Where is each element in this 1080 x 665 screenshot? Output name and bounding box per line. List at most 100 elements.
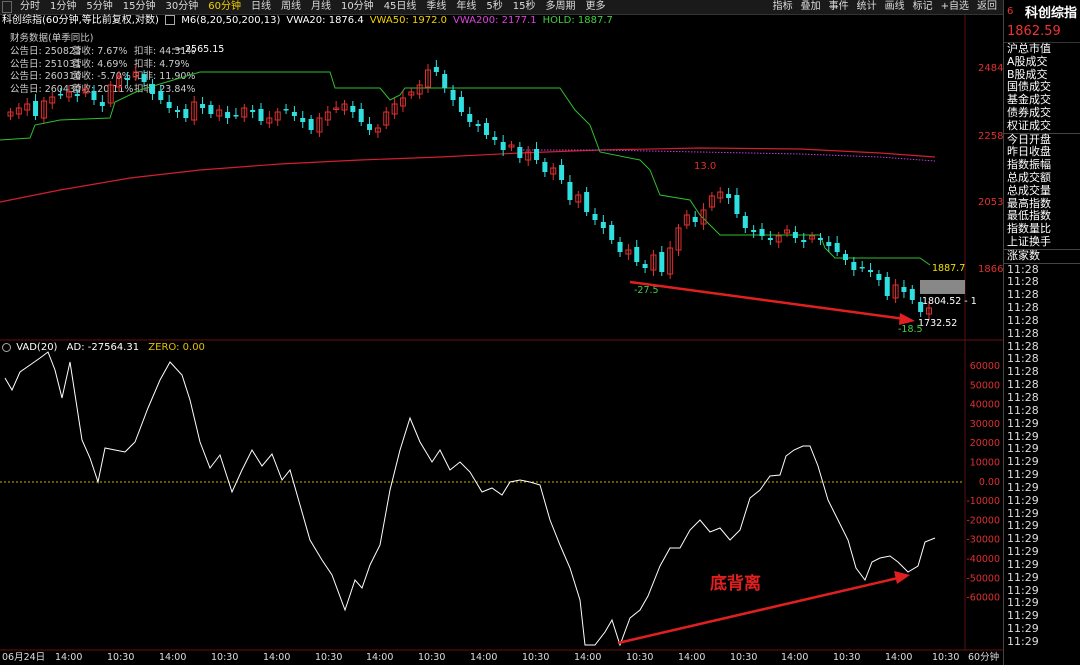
vad-axis-label: 30000: [970, 419, 1000, 430]
candle-body-down: [767, 238, 773, 240]
candle-body-down: [868, 270, 874, 272]
quote-menu-item-5[interactable]: 债券成交: [1004, 106, 1080, 120]
candle-body-down: [843, 254, 848, 260]
tick-time: 11:29: [1007, 635, 1039, 649]
tick-time: 11:28: [1007, 313, 1039, 327]
candle-body-down: [801, 240, 807, 242]
vad-axis-label: -60000: [966, 593, 1000, 604]
candle-body-down: [124, 78, 130, 80]
time-axis-label: 10:30: [315, 652, 342, 663]
candle-body-down: [742, 216, 748, 228]
candle-body-down: [367, 124, 373, 130]
vwa200-line: [0, 147, 936, 203]
candle-body-down: [659, 252, 665, 272]
quote-menu-item-16[interactable]: 涨家数: [1004, 248, 1080, 263]
candle-body-down: [600, 222, 606, 228]
vad-axis-label: 40000: [970, 400, 1000, 411]
candle-body-down: [200, 104, 206, 108]
vad-axis-label: 0.00: [979, 477, 1000, 488]
candle-body-down: [567, 182, 573, 200]
time-axis-label: 14:00: [263, 652, 290, 663]
candle-body-down: [99, 102, 105, 106]
quote-menu-item-11[interactable]: 总成交量: [1004, 184, 1080, 198]
axes: 2484 2258 2053 1866 60000 50000 40000 30000 2000…: [2, 63, 1003, 663]
quote-menu-item-0[interactable]: 沪总市值: [1004, 42, 1080, 56]
vad-axis-label: -10000: [966, 496, 1000, 507]
candle-body-down: [208, 105, 214, 114]
candle-body-down: [751, 230, 757, 232]
candle-body-down: [442, 74, 448, 88]
tick-time: 11:28: [1007, 326, 1039, 340]
time-axis-label: 10:30: [833, 652, 860, 663]
candle-body-down: [634, 247, 640, 262]
time-axis-label: 10:30: [626, 652, 653, 663]
candle-body-down: [859, 267, 865, 269]
price-axis-label: 2258: [978, 131, 1003, 142]
tick-time: 11:28: [1007, 390, 1039, 404]
candle-body-down: [74, 94, 80, 96]
time-axis-label: 14:00: [574, 652, 601, 663]
swing-label-low1: -27.5: [634, 285, 659, 296]
candle-body-down: [851, 262, 857, 270]
vad-axis-label: -20000: [966, 515, 1000, 526]
vad-axis-label: 50000: [970, 380, 1000, 391]
candle-body-down: [876, 274, 882, 280]
quote-menu-item-1[interactable]: A股成交: [1004, 55, 1080, 69]
candle-body-down: [483, 123, 489, 135]
quote-panel: 6 科创综指 1862.59 沪总市值 A股成交 B股成交 国债成交 基金成交 债券成交权…: [1003, 0, 1080, 665]
tick-time: 11:29: [1007, 416, 1039, 430]
candle-body-down: [433, 67, 439, 72]
candle-body-down: [884, 277, 890, 296]
time-axis-label: 10:30: [107, 652, 134, 663]
index-number: 6: [1007, 5, 1014, 17]
time-axis-label: 10:30: [211, 652, 238, 663]
low2-price-label: 1732.52: [918, 318, 957, 329]
vad-arrow-head: [894, 571, 910, 584]
candle-body-down: [467, 114, 473, 122]
vad-axis-label: -30000: [966, 535, 1000, 546]
time-axis-label: 06月24日: [2, 652, 45, 663]
time-axis-label: 14:00: [781, 652, 808, 663]
time-axis-label: 10:30: [730, 652, 757, 663]
quote-menu-item-10[interactable]: 总成交额: [1004, 171, 1080, 185]
quote-menu-item-15[interactable]: 上证换手: [1004, 235, 1080, 249]
candle-body-down: [817, 238, 823, 240]
candle-body-down: [834, 243, 840, 252]
tick-time: 11:28: [1004, 262, 1080, 277]
tick-time: 11:29: [1007, 493, 1039, 507]
candlesticks: [7, 60, 932, 320]
index-name: 科创综指: [1025, 5, 1078, 21]
candle-body-down: [141, 74, 147, 82]
chart-canvas[interactable]: 2565.15 13.0 -27.5 1887.7 1804.52 - 1 1732.52…: [0, 0, 1003, 665]
quote-menu-item-6[interactable]: 权证成交: [1004, 119, 1080, 133]
time-axis-label: 14:00: [159, 652, 186, 663]
candle-body-down: [149, 84, 155, 94]
tick-time: 11:28: [1007, 403, 1039, 417]
candle-body-down: [358, 109, 364, 122]
candle-body-down: [734, 195, 740, 214]
candle-body-down: [158, 91, 164, 100]
candle-body-down: [534, 149, 540, 160]
price-axis-label: 2484: [978, 63, 1003, 74]
candle-body-down: [492, 137, 498, 140]
candle-body-down: [559, 165, 565, 180]
divergence-label: 底背离: [710, 573, 761, 594]
candle-body-down: [592, 214, 598, 220]
candle-body-down: [692, 217, 698, 222]
candle-body-down: [308, 119, 314, 130]
swing-label-low2: -18.5: [898, 324, 923, 335]
tick-time: 11:29: [1007, 557, 1039, 571]
time-axis-label: 14:00: [366, 652, 393, 663]
time-axis-label: 14:00: [678, 652, 705, 663]
candle-body-down: [584, 192, 590, 212]
candle-body-down: [475, 124, 481, 126]
time-axis-label: 10:30: [522, 652, 549, 663]
candle-body-down: [291, 112, 297, 116]
time-axis-unit: 60分钟: [968, 651, 999, 663]
price-axis-label: 1866: [978, 264, 1003, 275]
candle-body-down: [258, 109, 264, 121]
time-axis-label: 10:30: [932, 652, 959, 663]
vad-indicator: 底背离: [0, 351, 963, 647]
last-price-label: 1804.52 - 1: [922, 296, 977, 307]
candle-body-down: [350, 106, 356, 112]
